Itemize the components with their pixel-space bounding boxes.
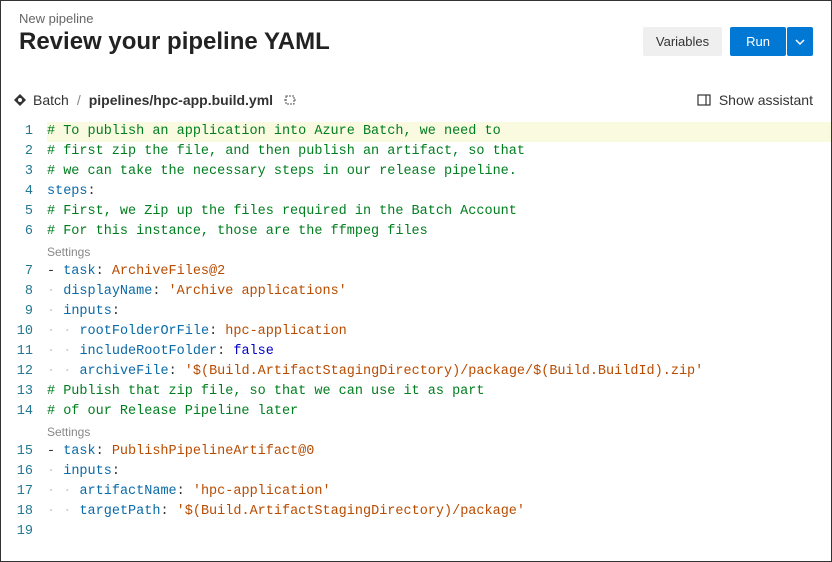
code-line[interactable]: # For this instance, those are the ffmpe… (47, 222, 831, 242)
line-number: 7 (1, 262, 33, 282)
code-line[interactable]: · · rootFolderOrFile: hpc-application (47, 322, 831, 342)
file-bar: Batch / pipelines/hpc-app.build.yml Show… (1, 64, 831, 118)
page-title: Review your pipeline YAML (19, 28, 330, 56)
line-gutter: 1 2 3 4 5 6 7 8 9 10 11 12 13 14 15 16 1… (1, 122, 47, 542)
line-number: 2 (1, 142, 33, 162)
page-header: New pipeline Review your pipeline YAML V… (1, 1, 831, 64)
run-button[interactable]: Run (730, 27, 786, 56)
line-number: 10 (1, 322, 33, 342)
repo-name[interactable]: Batch (33, 92, 69, 108)
code-line[interactable]: # To publish an application into Azure B… (47, 122, 831, 142)
show-assistant-label: Show assistant (719, 92, 813, 108)
task-settings-link[interactable]: Settings (47, 422, 831, 442)
code-area[interactable]: # To publish an application into Azure B… (47, 122, 831, 542)
code-line[interactable]: · displayName: 'Archive applications' (47, 282, 831, 302)
yaml-editor[interactable]: 1 2 3 4 5 6 7 8 9 10 11 12 13 14 15 16 1… (1, 118, 831, 542)
repo-icon (13, 93, 27, 107)
code-line[interactable]: - task: PublishPipelineArtifact@0 (47, 442, 831, 462)
code-line[interactable]: · · targetPath: '$(Build.ArtifactStaging… (47, 502, 831, 522)
code-line[interactable]: · · archiveFile: '$(Build.ArtifactStagin… (47, 362, 831, 382)
code-line[interactable]: · inputs: (47, 462, 831, 482)
file-path[interactable]: pipelines/hpc-app.build.yml (89, 92, 273, 108)
line-number: 8 (1, 282, 33, 302)
path-separator: / (77, 92, 81, 108)
code-line[interactable]: # first zip the file, and then publish a… (47, 142, 831, 162)
header-actions: Variables Run (643, 27, 813, 56)
header-left: New pipeline Review your pipeline YAML (19, 11, 330, 56)
code-line[interactable]: # Publish that zip file, so that we can … (47, 382, 831, 402)
line-number: 5 (1, 202, 33, 222)
code-line[interactable]: steps: (47, 182, 831, 202)
file-bar-left: Batch / pipelines/hpc-app.build.yml (13, 92, 297, 108)
code-line[interactable] (47, 522, 831, 542)
code-line[interactable]: # of our Release Pipeline later (47, 402, 831, 422)
line-number: 13 (1, 382, 33, 402)
code-line[interactable]: # we can take the necessary steps in our… (47, 162, 831, 182)
line-number: 18 (1, 502, 33, 522)
breadcrumb: New pipeline (19, 11, 330, 26)
line-number: 1 (1, 122, 33, 142)
panel-icon (697, 93, 711, 107)
run-button-group: Run (730, 27, 813, 56)
show-assistant-button[interactable]: Show assistant (697, 92, 813, 108)
run-dropdown-button[interactable] (787, 27, 813, 56)
line-number: 6 (1, 222, 33, 242)
line-number: 17 (1, 482, 33, 502)
line-number: 11 (1, 342, 33, 362)
line-number: 14 (1, 402, 33, 422)
code-line[interactable]: - task: ArchiveFiles@2 (47, 262, 831, 282)
code-line[interactable]: # First, we Zip up the files required in… (47, 202, 831, 222)
task-settings-link[interactable]: Settings (47, 242, 831, 262)
code-line[interactable]: · inputs: (47, 302, 831, 322)
edit-path-icon[interactable] (283, 93, 297, 107)
line-number: 15 (1, 442, 33, 462)
line-number: 16 (1, 462, 33, 482)
code-line[interactable]: · · artifactName: 'hpc-application' (47, 482, 831, 502)
variables-button[interactable]: Variables (643, 27, 722, 56)
line-number: 19 (1, 522, 33, 542)
line-number: 3 (1, 162, 33, 182)
line-number: 4 (1, 182, 33, 202)
line-number: 12 (1, 362, 33, 382)
code-line[interactable]: · · includeRootFolder: false (47, 342, 831, 362)
line-number: 9 (1, 302, 33, 322)
chevron-down-icon (795, 37, 805, 47)
